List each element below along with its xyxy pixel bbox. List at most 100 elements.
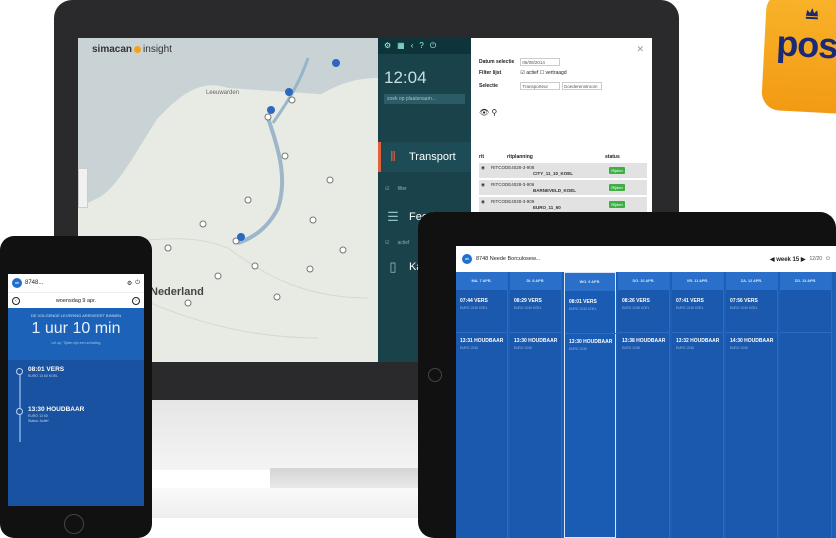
prev-week-icon[interactable]: ◀	[770, 257, 775, 263]
nav-transport[interactable]: ⦀ Transport	[378, 142, 471, 172]
close-icon[interactable]: ✕	[636, 44, 644, 55]
tablet-store-name[interactable]: 8748 Neede Borculosew...	[476, 256, 540, 262]
slot-vers[interactable]: 07:41 VERS EURO 13 60 KOEL	[676, 298, 704, 310]
phone-screen: ah 8748... ⚙ ⏻ ‹ woensdag 9 apr. › DE VO…	[8, 274, 144, 506]
list-item[interactable]: 13:30 HOUDBAAR EURO 13 60 Status: Actief	[28, 406, 84, 423]
slot-houdbaar[interactable]: 13:30 HOUDBAAR EURO 13 60	[514, 338, 557, 350]
slot-detail: EURO 13 60	[569, 347, 588, 351]
day-column[interactable]: ZA. 12 APR. 07:56 VERS EURO 13 60 KOEL 14:3…	[726, 272, 778, 538]
delivery-list: 08:01 VERS EURO 13 60 KOEL 13:30 HOUDBAA…	[8, 360, 144, 506]
delivery-status: Status: Actief	[28, 419, 49, 423]
slot-houdbaar[interactable]: 13:32 HOUDBAAR EURO 13 60	[676, 338, 719, 350]
table-row[interactable]: ◉ RITCODE4028-3-906 BARNEVELD_KOEL Rijden	[479, 179, 647, 195]
panel-clock: 12:04	[384, 68, 427, 87]
filter-lijst-label: Filter lijst	[479, 70, 502, 76]
goederenstroom-select[interactable]: Goederenstroom	[561, 82, 602, 90]
actief-checkbox[interactable]: ☑	[520, 70, 524, 76]
delivery-time-type: 08:01 VERS	[28, 366, 65, 373]
settings-icon[interactable]: ⚙	[127, 280, 132, 287]
table-row[interactable]: ◉ RITCODE4028-3-908CITY_11_10_KOEL Rijden	[479, 162, 647, 178]
phone-date: woensdag 9 apr.	[55, 297, 97, 304]
delivery-caption: DE VOLGENDE LEVERING ARRIVEERT BINNEN	[30, 313, 122, 318]
crown-icon	[805, 8, 818, 20]
slot-vers[interactable]: 08:29 VERS EURO 13 60 KOEL	[514, 298, 542, 310]
week-columns: MA. 7 APR. 07:44 VERS EURO 13 60 KOEL 13:31…	[456, 272, 836, 538]
phone-date-bar: ‹ woensdag 9 apr. ›	[8, 292, 144, 308]
help-icon[interactable]: ?	[419, 41, 423, 51]
eye-icon[interactable]: 👁	[479, 108, 489, 117]
settings-icon[interactable]: ⚙	[384, 41, 391, 51]
slot-divider	[565, 333, 617, 334]
slot-detail: EURO 13 60	[460, 346, 479, 350]
day-column[interactable]: MA. 7 APR. 07:44 VERS EURO 13 60 KOEL 13:31…	[456, 272, 508, 538]
next-week-icon[interactable]: ▶	[801, 257, 806, 263]
slot-houdbaar[interactable]: 13:38 HOUDBAAR EURO 13 60	[622, 338, 665, 350]
day-column[interactable]: WO. 9 APR. 08:01 VERS EURO 13 60 KOEL 13:30…	[564, 272, 617, 538]
power-icon[interactable]: ⏻	[135, 280, 140, 287]
slot-divider	[510, 332, 562, 333]
day-column[interactable]: DI. 8 APR. 08:29 VERS EURO 13 60 KOEL 13:30…	[510, 272, 562, 538]
datum-field[interactable]: 06/08/2014	[520, 58, 561, 66]
ah-logo-icon: ah	[12, 278, 22, 288]
filter-lijst-row: Filter lijst ☑ actief ☐ vertraagd	[479, 70, 567, 76]
eye-icon[interactable]: ◉	[481, 182, 485, 188]
slot-vers[interactable]: 08:01 VERS EURO 13 60 KOEL	[569, 299, 597, 311]
slot-vers[interactable]: 08:26 VERS EURO 13 60 KOEL	[622, 298, 650, 310]
ritplanning-value: CITY_11_10_KOEL	[533, 171, 574, 176]
slot-time-type: 08:26 VERS	[622, 298, 650, 304]
table-row[interactable]: ◉ RITCODE4028-3-909 EURO_11_60 Rijden	[479, 196, 647, 212]
rit-code: RITCODE4028-3-909	[491, 199, 535, 204]
slot-detail: EURO 13 60 KOEL	[676, 306, 704, 310]
slot-detail: EURO 13 60 KOEL	[730, 306, 758, 310]
slot-time-type: 07:41 VERS	[676, 298, 704, 304]
day-column[interactable]: DO. 10 APR. 08:26 VERS EURO 13 60 KOEL 13:3…	[618, 272, 670, 538]
transporteur-select[interactable]: Transporteur	[520, 82, 561, 90]
day-header: ZO. 13 APR.	[780, 272, 831, 290]
day-header: MA. 7 APR.	[456, 272, 507, 290]
slot-time-type: 13:30 HOUDBAAR	[514, 338, 558, 344]
feedback-tab[interactable]	[78, 168, 88, 208]
place-search-input[interactable]: zoek op plaatsnaam...	[384, 94, 465, 104]
next-day-icon[interactable]: ›	[132, 296, 140, 305]
map-book-icon: ▯	[389, 259, 397, 274]
eye-icon[interactable]: ◉	[481, 165, 485, 171]
slot-detail: EURO 13 60	[622, 346, 641, 350]
vertraagd-checkbox[interactable]: ☐	[540, 70, 544, 76]
postnl-wordmark: pos	[775, 22, 836, 67]
day-column[interactable]: VR. 11 APR. 07:41 VERS EURO 13 60 KOEL 13:3…	[672, 272, 724, 538]
slot-time-type: 14:30 HOUDBAAR	[730, 338, 774, 344]
nav-transport-filter[interactable]: ☑ filter	[378, 180, 471, 198]
tablet-screen: ah 8748 Neede Borculosew... ◀ week 15 ▶ …	[456, 246, 836, 538]
slot-time-type: 13:38 HOUDBAAR	[622, 338, 666, 344]
day-header: VR. 11 APR.	[672, 272, 723, 290]
phone-store-name[interactable]: 8748...	[25, 280, 43, 286]
slot-detail: EURO 13 60	[676, 346, 695, 350]
slot-vers[interactable]: 07:56 VERS EURO 13 60 KOEL	[730, 298, 758, 310]
slot-houdbaar[interactable]: 13:31 HOUDBAAR EURO 13 60	[460, 338, 503, 350]
prev-day-icon[interactable]: ‹	[12, 296, 20, 305]
list-item[interactable]: 08:01 VERS EURO 13 60 KOEL	[28, 366, 64, 378]
slot-divider	[456, 332, 508, 333]
slot-houdbaar[interactable]: 14:30 HOUDBAAR EURO 13 60	[730, 338, 773, 350]
slot-houdbaar[interactable]: 13:30 HOUDBAAR EURO 13 60	[569, 339, 612, 351]
slot-time-type: 13:32 HOUDBAAR	[676, 338, 720, 344]
eye-icon[interactable]: ◉	[481, 199, 485, 205]
day-header: DI. 8 APR.	[510, 272, 561, 290]
back-icon[interactable]: ‹	[411, 41, 414, 51]
brand-suffix: insight	[143, 44, 172, 55]
slot-detail: EURO 13 60	[730, 346, 749, 350]
power-icon[interactable]: ⏻	[430, 41, 436, 51]
map-label-nederland: Nederland	[150, 286, 204, 298]
day-column[interactable]: ZO. 13 APR.	[780, 272, 832, 538]
search-icon[interactable]: ⚲	[491, 108, 497, 117]
power-icon[interactable]: ⏻	[826, 256, 830, 262]
week-selector[interactable]: ◀ week 15 ▶	[770, 256, 806, 263]
col-status: status	[605, 154, 620, 160]
col-rit: rit	[479, 154, 484, 160]
day-header: DO. 10 APR.	[618, 272, 669, 290]
grid-icon[interactable]: ▦	[397, 41, 405, 51]
tablet-home-button	[428, 368, 442, 382]
slot-detail: EURO 13 60 KOEL	[460, 306, 488, 310]
phone-home-button	[64, 514, 84, 534]
slot-vers[interactable]: 07:44 VERS EURO 13 60 KOEL	[460, 298, 488, 310]
